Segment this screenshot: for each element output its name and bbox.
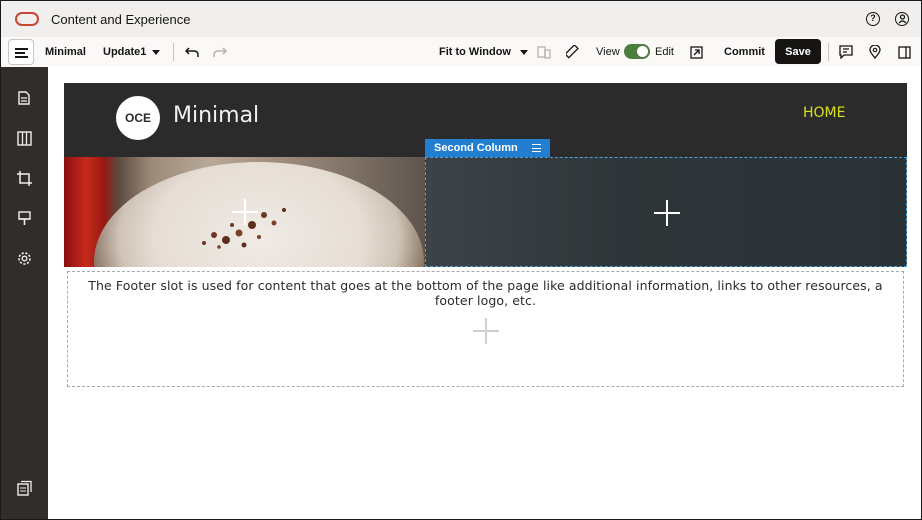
slot-menu-icon[interactable] bbox=[531, 144, 541, 152]
menu-toggle-button[interactable] bbox=[8, 39, 34, 65]
title-bar: Content and Experience ? bbox=[1, 1, 921, 37]
footer-slot[interactable]: The Footer slot is used for content that… bbox=[67, 271, 904, 387]
edit-label: Edit bbox=[655, 46, 674, 58]
undo-icon[interactable] bbox=[184, 37, 200, 67]
update-name: Update1 bbox=[103, 46, 147, 58]
chevron-down-icon bbox=[520, 49, 528, 55]
site-name: Minimal bbox=[173, 103, 260, 128]
user-icon[interactable] bbox=[895, 12, 909, 26]
side-panel-icon[interactable] bbox=[896, 37, 912, 67]
editor-toolbar: Minimal Update1 Fit to Window View Edit … bbox=[1, 37, 921, 67]
nav-home-link[interactable]: HOME bbox=[803, 105, 845, 121]
crop-icon[interactable] bbox=[16, 170, 33, 187]
add-component-icon[interactable] bbox=[654, 200, 680, 226]
page-canvas: OCE Minimal HOME Second Column The Foote… bbox=[48, 67, 921, 519]
add-component-icon[interactable] bbox=[232, 199, 258, 225]
hero-slot-row bbox=[64, 157, 907, 267]
pages-icon[interactable] bbox=[16, 90, 33, 107]
save-button[interactable]: Save bbox=[775, 39, 821, 64]
components-icon[interactable] bbox=[16, 130, 33, 147]
user-glyph-icon bbox=[898, 14, 906, 24]
app-window: Content and Experience ? Minimal Update1… bbox=[0, 0, 922, 520]
view-label: View bbox=[596, 46, 620, 58]
comments-icon[interactable] bbox=[838, 37, 854, 67]
commit-button[interactable]: Commit bbox=[724, 37, 765, 67]
toolbar-divider bbox=[828, 43, 829, 61]
footer-slot-description: The Footer slot is used for content that… bbox=[88, 278, 883, 308]
update-dropdown[interactable]: Update1 bbox=[103, 37, 161, 67]
location-pin-icon[interactable] bbox=[867, 37, 883, 67]
view-edit-toggle[interactable] bbox=[624, 44, 650, 59]
chevron-down-icon bbox=[152, 49, 161, 55]
redo-icon[interactable] bbox=[212, 37, 228, 67]
fit-to-window-dropdown[interactable]: Fit to Window bbox=[439, 37, 528, 67]
settings-gear-icon[interactable] bbox=[16, 250, 33, 267]
open-external-icon[interactable] bbox=[688, 37, 704, 67]
second-column-slot[interactable] bbox=[425, 157, 907, 267]
ruler-icon[interactable] bbox=[565, 37, 581, 67]
oracle-logo-icon bbox=[15, 12, 39, 26]
app-title: Content and Experience bbox=[51, 12, 191, 27]
selected-slot-label[interactable]: Second Column bbox=[425, 139, 550, 157]
left-sidebar bbox=[1, 67, 48, 519]
toolbar-divider bbox=[173, 43, 174, 61]
fit-label: Fit to Window bbox=[439, 46, 511, 58]
site-name-label: Minimal bbox=[45, 46, 86, 58]
theme-brush-icon[interactable] bbox=[16, 210, 33, 227]
help-icon[interactable]: ? bbox=[866, 12, 880, 26]
site-logo[interactable]: OCE bbox=[116, 96, 160, 140]
first-column-slot[interactable] bbox=[64, 157, 425, 267]
device-preview-icon[interactable] bbox=[536, 37, 552, 67]
slot-label-text: Second Column bbox=[434, 142, 518, 154]
assets-icon[interactable] bbox=[16, 480, 33, 497]
add-component-icon[interactable] bbox=[473, 318, 499, 344]
